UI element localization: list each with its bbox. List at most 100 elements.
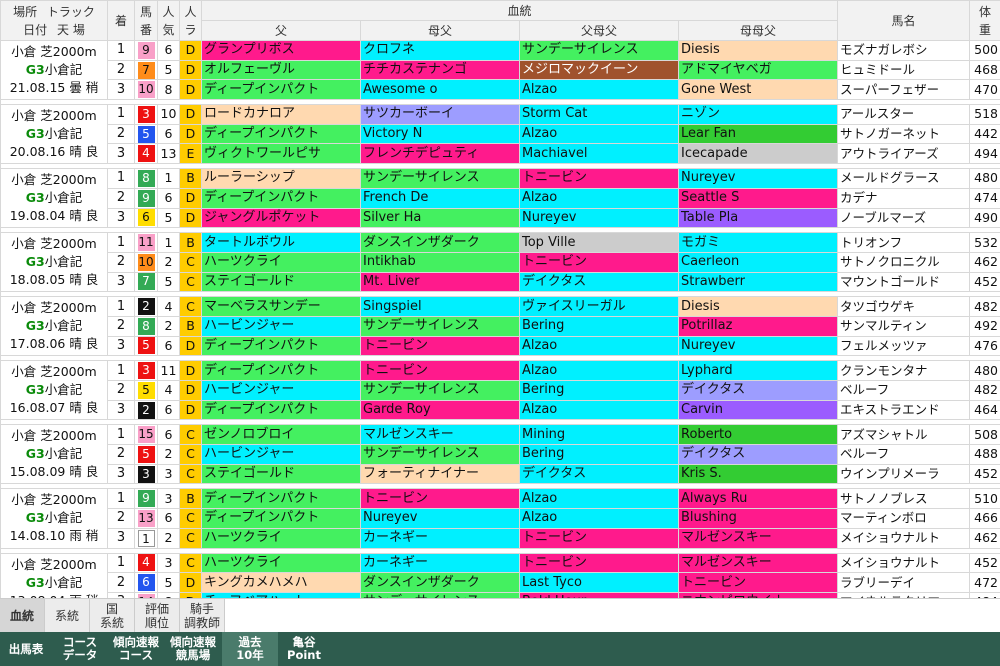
dam-sire-cell[interactable]: クロフネ (360, 40, 520, 61)
sire-cell[interactable]: ステイゴールド (201, 463, 361, 485)
sire-cell[interactable]: ハービンジャー (201, 380, 361, 401)
sire-dam-cell[interactable]: Alzao (519, 123, 679, 145)
sire-dam-cell[interactable]: デイクタス (519, 463, 679, 485)
horse-name-cell[interactable]: サトノクロニクル (837, 251, 971, 273)
bm-bm-sire-cell[interactable]: Nureyev (677, 335, 839, 357)
race-info[interactable]: 小倉 芝2000m G3小倉記 16.08.07 晴 良 (0, 360, 108, 421)
bottom-nav-item-5[interactable]: 亀谷 Point (278, 632, 330, 666)
sire-dam-cell[interactable]: Machiavel (519, 143, 679, 165)
sire-cell[interactable]: タートルボウル (201, 232, 361, 253)
bottom-nav-item-4[interactable]: 過去 10年 (222, 632, 278, 666)
horse-name-cell[interactable]: メールドグラース (837, 168, 971, 189)
horse-name-cell[interactable]: トリオンフ (837, 232, 971, 253)
bm-bm-sire-cell[interactable]: Caerleon (677, 251, 839, 273)
sire-dam-cell[interactable]: メジロマックイーン (519, 59, 679, 81)
dam-sire-cell[interactable]: マルゼンスキー (360, 424, 520, 446)
bm-bm-sire-cell[interactable]: Diesis (677, 40, 839, 61)
bm-bm-sire-cell[interactable]: Nureyev (677, 168, 839, 189)
horse-name-cell[interactable]: サトノノブレス (837, 488, 971, 510)
sire-cell[interactable]: ハーツクライ (201, 527, 361, 549)
sire-dam-cell[interactable]: ヴァイスリーガル (519, 296, 679, 317)
dam-sire-cell[interactable]: カーネギー (360, 552, 520, 574)
horse-name-cell[interactable]: エキストラエンド (837, 399, 971, 421)
sire-cell[interactable]: キングカメハメハ (201, 572, 361, 593)
sire-cell[interactable]: ハービンジャー (201, 444, 361, 465)
bm-bm-sire-cell[interactable]: Strawberr (677, 271, 839, 293)
sire-cell[interactable]: ディープインパクト (201, 360, 361, 381)
bm-bm-sire-cell[interactable]: Lear Fan (677, 123, 839, 145)
horse-name-cell[interactable]: サンマルティン (837, 315, 971, 337)
race-info[interactable]: 小倉 芝2000m G3小倉記 21.08.15 曇 稍 (0, 39, 108, 101)
sire-dam-cell[interactable]: Alzao (519, 399, 679, 421)
dam-sire-cell[interactable]: トニービン (360, 335, 520, 357)
bottom-nav-item-0[interactable]: 出馬表 (0, 632, 52, 666)
sire-cell[interactable]: ハーツクライ (201, 251, 361, 273)
dam-sire-cell[interactable]: トニービン (360, 488, 520, 510)
sire-cell[interactable]: ルーラーシップ (201, 168, 361, 189)
race-info[interactable]: 小倉 芝2000m G3小倉記 17.08.06 晴 良 (0, 296, 108, 357)
bm-bm-sire-cell[interactable]: Lyphard (677, 360, 839, 381)
sire-cell[interactable]: ステイゴールド (201, 271, 361, 293)
dam-sire-cell[interactable]: Silver Ha (360, 207, 520, 229)
bm-bm-sire-cell[interactable]: マルゼンスキー (677, 552, 839, 574)
dam-sire-cell[interactable]: ダンスインザダーク (360, 232, 520, 253)
horse-name-cell[interactable]: マウントゴールド (837, 271, 971, 293)
sire-dam-cell[interactable]: トニービン (519, 552, 679, 574)
horse-name-cell[interactable]: ラブリーデイ (837, 572, 971, 593)
horse-name-cell[interactable]: メイショウナルト (837, 552, 971, 574)
race-info[interactable]: 小倉 芝2000m G3小倉記 19.08.04 晴 良 (0, 168, 108, 229)
bottom-nav-item-2[interactable]: 傾向速報 コース (108, 632, 164, 666)
sire-cell[interactable]: ハービンジャー (201, 315, 361, 337)
sire-cell[interactable]: ハーツクライ (201, 552, 361, 574)
sire-dam-cell[interactable]: Bering (519, 315, 679, 337)
dam-sire-cell[interactable]: ダンスインザダーク (360, 572, 520, 593)
tab-4[interactable]: 騎手 調教師 (180, 599, 225, 633)
bm-bm-sire-cell[interactable]: ニゾン (677, 104, 839, 125)
horse-name-cell[interactable]: ヒュミドール (837, 59, 971, 81)
dam-sire-cell[interactable]: Singspiel (360, 296, 520, 317)
bm-bm-sire-cell[interactable]: Diesis (677, 296, 839, 317)
horse-name-cell[interactable]: メイショウナルト (837, 527, 971, 549)
sire-cell[interactable]: グランプリボス (201, 40, 361, 61)
sire-cell[interactable]: ディープインパクト (201, 488, 361, 510)
sire-dam-cell[interactable]: サンデーサイレンス (519, 40, 679, 61)
bm-bm-sire-cell[interactable]: デイクタス (677, 380, 839, 401)
dam-sire-cell[interactable]: Victory N (360, 123, 520, 145)
sire-cell[interactable]: ゼンノロブロイ (201, 424, 361, 446)
race-info[interactable]: 小倉 芝2000m G3小倉記 20.08.16 晴 良 (0, 104, 108, 165)
bm-bm-sire-cell[interactable]: Potrillaz (677, 315, 839, 337)
bm-bm-sire-cell[interactable]: マルゼンスキー (677, 527, 839, 549)
sire-dam-cell[interactable]: トニービン (519, 168, 679, 189)
horse-name-cell[interactable]: タツゴウゲキ (837, 296, 971, 317)
sire-cell[interactable]: ディープインパクト (201, 187, 361, 209)
bm-bm-sire-cell[interactable]: Carvin (677, 399, 839, 421)
sire-cell[interactable]: ヴィクトワールピサ (201, 143, 361, 165)
tab-1[interactable]: 系統 (45, 599, 90, 633)
bm-bm-sire-cell[interactable]: Kris S. (677, 463, 839, 485)
horse-name-cell[interactable]: ベルーフ (837, 380, 971, 401)
horse-name-cell[interactable]: ベルーフ (837, 444, 971, 465)
bottom-nav-item-1[interactable]: コース データ (52, 632, 108, 666)
horse-name-cell[interactable]: アズマシャトル (837, 424, 971, 446)
sire-cell[interactable]: ロードカナロア (201, 104, 361, 125)
bm-bm-sire-cell[interactable]: Blushing (677, 508, 839, 529)
sire-cell[interactable]: マーベラスサンデー (201, 296, 361, 317)
horse-name-cell[interactable]: マーティンボロ (837, 508, 971, 529)
race-info[interactable]: 小倉 芝2000m G3小倉記 18.08.05 晴 良 (0, 232, 108, 293)
sire-dam-cell[interactable]: Bering (519, 380, 679, 401)
sire-dam-cell[interactable]: Mining (519, 424, 679, 446)
bm-bm-sire-cell[interactable]: Seattle S (677, 187, 839, 209)
bm-bm-sire-cell[interactable]: デイクタス (677, 444, 839, 465)
sire-dam-cell[interactable]: Top Ville (519, 232, 679, 253)
dam-sire-cell[interactable]: トニービン (360, 360, 520, 381)
dam-sire-cell[interactable]: Awesome o (360, 79, 520, 101)
tab-3[interactable]: 評価 順位 (135, 599, 180, 633)
horse-name-cell[interactable]: スーパーフェザー (837, 79, 971, 101)
horse-name-cell[interactable]: モズナガレボシ (837, 40, 971, 61)
dam-sire-cell[interactable]: サンデーサイレンス (360, 168, 520, 189)
dam-sire-cell[interactable]: サンデーサイレンス (360, 444, 520, 465)
sire-cell[interactable]: ディープインパクト (201, 79, 361, 101)
sire-dam-cell[interactable]: デイクタス (519, 271, 679, 293)
bm-bm-sire-cell[interactable]: Table Pla (677, 207, 839, 229)
bm-bm-sire-cell[interactable]: Always Ru (677, 488, 839, 510)
